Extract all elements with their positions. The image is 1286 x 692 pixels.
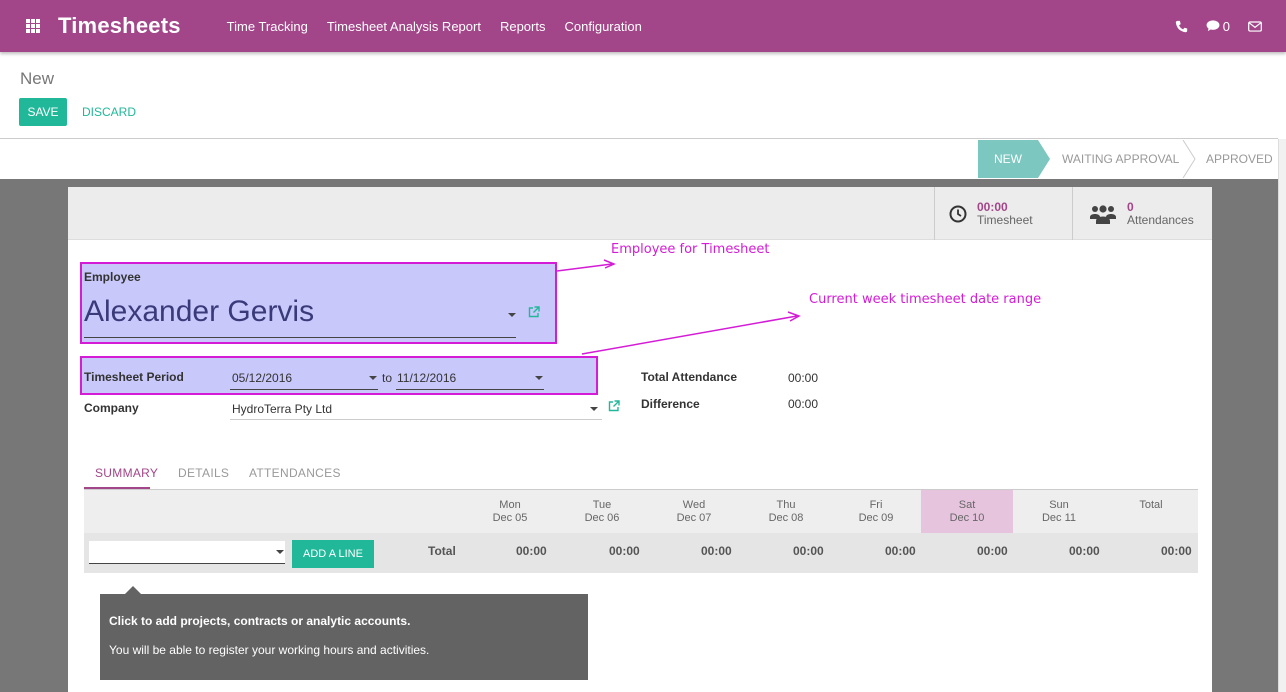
stage-waiting-approval[interactable]: WAITING APPROVAL <box>1062 140 1179 178</box>
date-to-dropdown-icon[interactable] <box>535 376 543 380</box>
save-button[interactable]: SAVE <box>19 98 67 126</box>
help-tooltip: Click to add projects, contracts or anal… <box>100 594 588 680</box>
apps-grid-icon[interactable] <box>26 19 40 33</box>
stage-chevron-icon <box>1182 140 1196 178</box>
column-header: Mon Dec 05 <box>492 499 528 524</box>
employee-underline <box>84 337 516 338</box>
company-external-link-icon[interactable] <box>608 400 620 412</box>
company-value[interactable]: HydroTerra Pty Ltd <box>232 402 332 416</box>
employee-dropdown-icon[interactable] <box>508 313 516 317</box>
mail-icon[interactable] <box>1248 20 1262 32</box>
total-attendance-label: Total Attendance <box>641 370 738 384</box>
add-line-button[interactable]: ADD A LINE <box>292 540 374 568</box>
help-text: You will be able to register your workin… <box>109 643 430 657</box>
period-label: Timesheet Period <box>84 370 184 384</box>
total-cell: 00:00 <box>885 544 916 558</box>
external-link-icon[interactable] <box>528 306 540 318</box>
tab-details[interactable]: DETAILS <box>178 466 229 480</box>
tab-attendances[interactable]: ATTENDANCES <box>249 466 341 480</box>
date-to-underline <box>396 389 544 390</box>
top-navbar: Timesheets Time Tracking Timesheet Analy… <box>0 0 1286 52</box>
discard-button[interactable]: DISCARD <box>82 105 136 119</box>
date-from-input[interactable]: 05/12/2016 <box>232 371 292 385</box>
column-header-total: Total <box>1139 499 1163 511</box>
timesheet-smart-button[interactable]: 00:00 Timesheet <box>934 187 1072 240</box>
analytic-account-underline <box>89 563 285 564</box>
app-brand: Timesheets <box>58 13 181 38</box>
employee-value[interactable]: Alexander Gervis <box>84 295 314 329</box>
phone-icon[interactable] <box>1175 20 1188 33</box>
employee-label: Employee <box>84 270 141 284</box>
date-from-underline <box>230 389 378 390</box>
total-cell: 00:00 <box>609 544 640 558</box>
total-cell: 00:00 <box>516 544 547 558</box>
column-header: Tue Dec 06 <box>584 499 620 524</box>
systray: 0 <box>1157 0 1262 52</box>
chat-bubble-icon <box>1206 20 1220 32</box>
chat-button[interactable]: 0 <box>1206 19 1230 34</box>
tab-summary[interactable]: SUMMARY <box>95 466 158 480</box>
company-dropdown-icon[interactable] <box>590 407 598 411</box>
grand-total-cell: 00:00 <box>1161 544 1192 558</box>
clock-icon <box>949 205 967 222</box>
date-from-dropdown-icon[interactable] <box>369 376 377 380</box>
total-cell: 00:00 <box>1069 544 1100 558</box>
menu-timesheet-analysis-report[interactable]: Timesheet Analysis Report <box>327 19 481 34</box>
column-header: Wed Dec 07 <box>676 499 712 524</box>
vertical-scrollbar[interactable] <box>1278 139 1286 692</box>
timesheet-total: 00:00 <box>977 199 1008 214</box>
menu-reports[interactable]: Reports <box>500 19 546 34</box>
stage-approved[interactable]: APPROVED <box>1206 140 1273 178</box>
attendances-smart-button[interactable]: 0 Attendances <box>1072 187 1212 240</box>
users-icon <box>1090 204 1116 224</box>
company-underline <box>230 419 602 420</box>
total-cell: 00:00 <box>977 544 1008 558</box>
total-row-label: Total <box>428 544 456 558</box>
column-header-today: Sat Dec 10 <box>921 490 1013 533</box>
column-header: Sun Dec 11 <box>1041 499 1077 524</box>
company-label: Company <box>84 401 139 415</box>
chat-count: 0 <box>1222 18 1230 34</box>
timesheet-label: Timesheet <box>977 212 1033 227</box>
main-menu: Time Tracking Timesheet Analysis Report … <box>227 19 661 34</box>
date-to-input[interactable]: 11/12/2016 <box>397 371 456 385</box>
difference-label: Difference <box>641 397 700 411</box>
total-attendance-value: 00:00 <box>788 371 819 385</box>
attendances-label: Attendances <box>1127 212 1194 227</box>
analytic-account-dropdown-icon[interactable] <box>276 550 284 554</box>
total-cell: 00:00 <box>793 544 824 558</box>
attendances-count: 0 <box>1127 199 1134 214</box>
analytic-account-select[interactable] <box>89 541 285 563</box>
column-header: Thu Dec 08 <box>768 499 804 524</box>
period-to-label: to <box>382 371 393 385</box>
annotation-period: Current week timesheet date range <box>809 292 1042 307</box>
menu-time-tracking[interactable]: Time Tracking <box>227 19 308 34</box>
difference-value: 00:00 <box>788 397 819 411</box>
stage-new[interactable]: NEW <box>978 140 1050 178</box>
column-header: Fri Dec 09 <box>858 499 894 524</box>
annotation-employee: Employee for Timesheet <box>611 242 770 257</box>
breadcrumb-title: New <box>20 69 55 88</box>
total-cell: 00:00 <box>701 544 732 558</box>
help-title: Click to add projects, contracts or anal… <box>109 614 411 628</box>
menu-configuration[interactable]: Configuration <box>564 19 641 34</box>
